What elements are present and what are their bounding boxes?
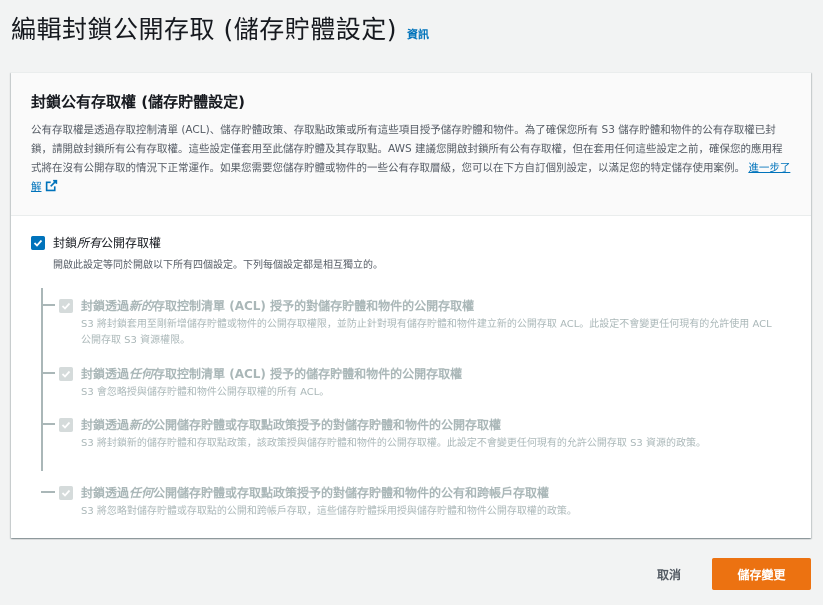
- panel-description-text: 公有存取權是透過存取控制清單 (ACL)、儲存貯體政策、存取點政策或所有這些項目…: [31, 124, 783, 174]
- option-label: 封鎖透過任何存取控制清單 (ACL) 授予的儲存貯體和物件的公開存取權: [81, 365, 462, 382]
- option-description: S3 將封鎖新的儲存貯體和存取點政策，該政策授與儲存貯體和物件的公開存取權。此設…: [81, 438, 706, 449]
- tree-tick: [41, 491, 55, 493]
- block-all-label-prefix: 封鎖: [53, 236, 78, 250]
- checkmark-icon: [61, 302, 71, 310]
- panel-header: 封鎖公有存取權 (儲存貯體設定) 公有存取權是透過存取控制清單 (ACL)、儲存…: [11, 73, 811, 216]
- option-row: 封鎖透過任何公開儲存貯體或存取點政策授予的對儲存貯體和物件的公有和跨帳戶存取權: [59, 484, 781, 501]
- option-new-acl: 封鎖透過新的存取控制清單 (ACL) 授予的對儲存貯體和物件的公開存取權 S3 …: [41, 297, 781, 349]
- option-label-suffix: 公開儲存貯體或存取點政策授予的對儲存貯體和物件的公開存取權: [153, 418, 502, 432]
- option-label-prefix: 封鎖透過: [81, 418, 130, 432]
- option-any-policy: 封鎖透過任何公開儲存貯體或存取點政策授予的對儲存貯體和物件的公有和跨帳戶存取權 …: [41, 484, 781, 520]
- info-link[interactable]: 資訊: [407, 26, 429, 42]
- external-link-icon: [45, 179, 57, 192]
- option-label-suffix: 存取控制清單 (ACL) 授予的儲存貯體和物件的公開存取權: [153, 367, 463, 381]
- option-row: 封鎖透過新的存取控制清單 (ACL) 授予的對儲存貯體和物件的公開存取權: [59, 297, 781, 314]
- block-all-description: 開啟此設定等同於開啟以下所有四個設定。下列每個設定都是相互獨立的。: [53, 260, 383, 271]
- block-all-label[interactable]: 封鎖所有公開存取權: [53, 234, 161, 251]
- option-label-prefix: 封鎖透過: [81, 486, 130, 500]
- option-any-acl-checkbox[interactable]: [59, 366, 73, 381]
- option-label-suffix: 公開儲存貯體或存取點政策授予的對儲存貯體和物件的公有和跨帳戶存取權: [153, 486, 550, 500]
- option-label: 封鎖透過新的公開儲存貯體或存取點政策授予的對儲存貯體和物件的公開存取權: [81, 416, 501, 433]
- option-row: 封鎖透過新的公開儲存貯體或存取點政策授予的對儲存貯體和物件的公開存取權: [59, 416, 781, 433]
- panel-body: 封鎖所有公開存取權 開啟此設定等同於開啟以下所有四個設定。下列每個設定都是相互獨…: [11, 216, 811, 517]
- option-label: 封鎖透過新的存取控制清單 (ACL) 授予的對儲存貯體和物件的公開存取權: [81, 297, 474, 314]
- cancel-button[interactable]: 取消: [640, 558, 698, 590]
- block-all-row: 封鎖所有公開存取權: [31, 234, 791, 251]
- option-label-emph: 任何: [129, 367, 154, 381]
- option-description: S3 將忽略對儲存貯體或存取點的公開和跨帳戶存取，這些儲存貯體採用授與儲存貯體和…: [81, 506, 577, 517]
- option-new-policy-checkbox[interactable]: [59, 417, 73, 432]
- tree-tick: [41, 372, 55, 374]
- option-new-policy: 封鎖透過新的公開儲存貯體或存取點政策授予的對儲存貯體和物件的公開存取權 S3 將…: [41, 416, 781, 452]
- option-label-emph: 新的: [129, 299, 154, 313]
- block-all-label-suffix: 公開存取權: [101, 236, 162, 250]
- save-changes-button[interactable]: 儲存變更: [712, 558, 811, 590]
- block-public-access-panel: 封鎖公有存取權 (儲存貯體設定) 公有存取權是透過存取控制清單 (ACL)、儲存…: [11, 72, 811, 538]
- option-description: S3 將封鎖套用至剛新增儲存貯體或物件的公開存取權限，並防止針對現有儲存貯體和物…: [81, 319, 772, 346]
- panel-title: 封鎖公有存取權 (儲存貯體設定): [31, 93, 245, 111]
- tree-tick: [41, 423, 55, 425]
- block-all-checkbox[interactable]: [31, 235, 45, 250]
- option-any-policy-checkbox[interactable]: [59, 485, 73, 500]
- option-label-prefix: 封鎖透過: [81, 299, 130, 313]
- option-label: 封鎖透過任何公開儲存貯體或存取點政策授予的對儲存貯體和物件的公有和跨帳戶存取權: [81, 484, 549, 501]
- block-all-label-emph: 所有: [77, 236, 102, 250]
- option-row: 封鎖透過任何存取控制清單 (ACL) 授予的儲存貯體和物件的公開存取權: [59, 365, 781, 382]
- checkmark-icon: [61, 370, 71, 378]
- option-any-acl: 封鎖透過任何存取控制清單 (ACL) 授予的儲存貯體和物件的公開存取權 S3 會…: [41, 365, 781, 401]
- checkmark-icon: [33, 239, 43, 247]
- option-label-emph: 新的: [129, 418, 154, 432]
- panel-description: 公有存取權是透過存取控制清單 (ACL)、儲存貯體政策、存取點政策或所有這些項目…: [31, 121, 791, 197]
- option-description: S3 會忽略授與儲存貯體和物件公開存取權的所有 ACL。: [81, 387, 330, 398]
- option-label-suffix: 存取控制清單 (ACL) 授予的對儲存貯體和物件的公開存取權: [153, 299, 475, 313]
- page-header: 編輯封鎖公開存取 (儲存貯體設定) 資訊: [11, 10, 429, 46]
- option-label-prefix: 封鎖透過: [81, 367, 130, 381]
- checkmark-icon: [61, 489, 71, 497]
- option-label-emph: 任何: [129, 486, 154, 500]
- tree-tick: [41, 304, 55, 306]
- page-title: 編輯封鎖公開存取 (儲存貯體設定): [11, 15, 397, 44]
- option-new-acl-checkbox[interactable]: [59, 298, 73, 313]
- checkmark-icon: [61, 421, 71, 429]
